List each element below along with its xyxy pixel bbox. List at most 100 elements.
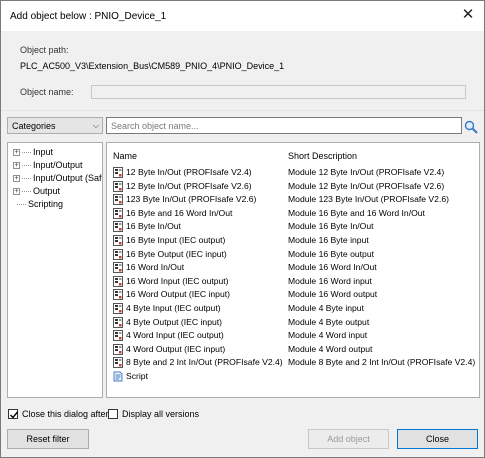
categories-dropdown[interactable]: Categories ⌵ xyxy=(7,117,103,134)
row-name: 123 Byte In/Out (PROFIsafe V2.6) xyxy=(126,194,257,205)
header-divider xyxy=(1,110,484,111)
display-all-versions-label: Display all versions xyxy=(122,409,200,419)
table-row[interactable]: 4 Word Output (IEC input) Module 4 Word o… xyxy=(107,343,479,357)
module-icon xyxy=(113,330,123,342)
table-row[interactable]: 12 Byte In/Out (PROFIsafe V2.6) Module 12… xyxy=(107,180,479,194)
row-name: 16 Byte Output (IEC input) xyxy=(126,248,227,259)
expand-icon[interactable]: + xyxy=(13,188,20,196)
grid-header: Name Short Description xyxy=(107,143,479,165)
table-row[interactable]: 4 Byte Output (IEC input) Module 4 Byte o… xyxy=(107,316,479,330)
table-row[interactable]: 12 Byte In/Out (PROFIsafe V2.4) Module 12… xyxy=(107,166,479,180)
row-description: Module 12 Byte In/Out (PROFIsafe V2.4) xyxy=(288,167,445,177)
chevron-down-icon: ⌵ xyxy=(92,121,99,130)
row-name: 12 Byte In/Out (PROFIsafe V2.6) xyxy=(126,180,252,191)
module-icon xyxy=(113,262,123,274)
row-name: 16 Byte Input (IEC output) xyxy=(126,235,226,245)
close-button[interactable]: Close xyxy=(397,429,478,449)
row-name: 16 Word In/Out xyxy=(126,262,185,273)
category-tree[interactable]: + Input + Input/Output + Input/Output (Safe… xyxy=(7,142,103,398)
row-description: Module 16 Byte output xyxy=(288,248,374,259)
row-description: Module 16 Byte and 16 Word In/Out xyxy=(288,207,425,218)
script-icon xyxy=(113,371,123,382)
object-path-value: PLC_AC500_V3\Extension_Bus\CM589_PNIO_4\… xyxy=(20,61,285,71)
tree-item-label: Output xyxy=(33,186,61,196)
row-description: Module 16 Word In/Out xyxy=(288,262,377,273)
close-after-checkbox[interactable] xyxy=(8,409,19,419)
module-icon xyxy=(113,289,123,301)
module-icon xyxy=(113,316,123,328)
column-header-name[interactable]: Name xyxy=(113,151,137,161)
expand-icon[interactable]: + xyxy=(13,175,20,183)
row-name: 4 Byte Input (IEC output) xyxy=(126,303,221,313)
close-icon[interactable]: ✕ xyxy=(460,7,476,23)
module-icon xyxy=(113,167,123,178)
row-name: 8 Byte and 2 Int In/Out (PROFIsafe V2.4) xyxy=(126,357,283,368)
row-description: Module 16 Byte input xyxy=(288,235,369,245)
expand-icon[interactable]: + xyxy=(13,149,20,157)
tree-item-label: Input/Output (Safet xyxy=(33,173,103,183)
table-row[interactable]: 123 Byte In/Out (PROFIsafe V2.6) Module 1… xyxy=(107,193,479,207)
add-object-dialog: Add object below : PNIO_Device_1 ✕ Objec… xyxy=(0,0,485,458)
tree-item-label: Input/Output xyxy=(33,160,83,170)
table-row[interactable]: Script xyxy=(107,370,479,384)
object-name-label: Object name: xyxy=(20,87,74,97)
row-description: Module 4 Word output xyxy=(288,343,373,354)
row-name: 16 Word Input (IEC output) xyxy=(126,275,229,286)
row-description: Module 4 Byte input xyxy=(288,303,364,313)
module-icon xyxy=(113,235,123,246)
categories-selected: Categories xyxy=(12,121,56,131)
column-header-description[interactable]: Short Description xyxy=(288,151,357,161)
table-row[interactable]: 16 Word Input (IEC output) Module 16 Word… xyxy=(107,275,479,289)
row-name: Script xyxy=(126,371,148,381)
checkmark-icon xyxy=(10,411,19,419)
module-icon xyxy=(113,343,123,355)
tree-item-scripting[interactable]: Scripting xyxy=(17,199,63,211)
object-name-field[interactable] xyxy=(91,85,466,99)
module-icon xyxy=(113,357,123,369)
row-name: 12 Byte In/Out (PROFIsafe V2.4) xyxy=(126,167,252,177)
module-icon xyxy=(113,303,123,314)
module-icon xyxy=(113,180,123,192)
row-name: 4 Word Input (IEC output) xyxy=(126,330,224,341)
table-row[interactable]: 4 Word Input (IEC output) Module 4 Word i… xyxy=(107,329,479,343)
row-description: Module 123 Byte In/Out (PROFIsafe V2.6) xyxy=(288,194,449,205)
table-row[interactable]: 16 Byte Output (IEC input) Module 16 Byte… xyxy=(107,248,479,262)
row-name: 16 Byte In/Out xyxy=(126,221,181,232)
table-row[interactable]: 16 Word In/Out Module 16 Word In/Out xyxy=(107,261,479,275)
expand-icon[interactable]: + xyxy=(13,162,20,170)
row-name: 4 Byte Output (IEC input) xyxy=(126,316,223,327)
tree-item-label: Scripting xyxy=(28,199,64,209)
table-row[interactable]: 4 Byte Input (IEC output) Module 4 Byte i… xyxy=(107,302,479,316)
reset-filter-button[interactable]: Reset filter xyxy=(7,429,89,449)
close-after-label: Close this dialog after xyxy=(22,409,109,419)
table-row[interactable]: 8 Byte and 2 Int In/Out (PROFIsafe V2.4)… xyxy=(107,356,479,370)
module-icon xyxy=(113,194,123,206)
row-description: Module 8 Byte and 2 Int In/Out (PROFIsaf… xyxy=(288,357,476,368)
tree-item-input-output[interactable]: + Input/Output xyxy=(13,160,83,172)
tree-item-output[interactable]: + Output xyxy=(13,186,60,198)
display-all-versions-checkbox[interactable] xyxy=(108,409,118,419)
search-input[interactable] xyxy=(109,119,459,132)
row-description: Module 16 Word input xyxy=(288,275,372,286)
title-bar: Add object below : PNIO_Device_1 ✕ xyxy=(1,1,484,31)
module-icon xyxy=(113,275,123,287)
search-icon[interactable] xyxy=(463,119,479,135)
row-name: 16 Word Output (IEC input) xyxy=(126,289,230,300)
table-row[interactable]: 16 Byte and 16 Word In/Out Module 16 Byte… xyxy=(107,207,479,221)
header-panel xyxy=(1,31,484,111)
object-grid[interactable]: Name Short Description 12 Byte In/Out (P… xyxy=(106,142,480,398)
row-description: Module 4 Byte output xyxy=(288,316,370,327)
tree-item-input[interactable]: + Input xyxy=(13,147,53,159)
tree-item-input-output-safety[interactable]: + Input/Output (Safet xyxy=(13,173,103,185)
table-row[interactable]: 16 Byte Input (IEC output) Module 16 Byte… xyxy=(107,234,479,248)
table-row[interactable]: 16 Byte In/Out Module 16 Byte In/Out xyxy=(107,220,479,234)
object-path-label: Object path: xyxy=(20,45,69,55)
module-icon xyxy=(113,221,123,233)
add-object-button[interactable]: Add object xyxy=(308,429,389,449)
row-description: Module 16 Byte In/Out xyxy=(288,221,374,232)
module-icon xyxy=(113,207,123,219)
search-box[interactable] xyxy=(106,117,462,134)
tree-item-label: Input xyxy=(33,147,54,157)
row-description: Module 4 Word input xyxy=(288,330,368,341)
table-row[interactable]: 16 Word Output (IEC input) Module 16 Word… xyxy=(107,288,479,302)
